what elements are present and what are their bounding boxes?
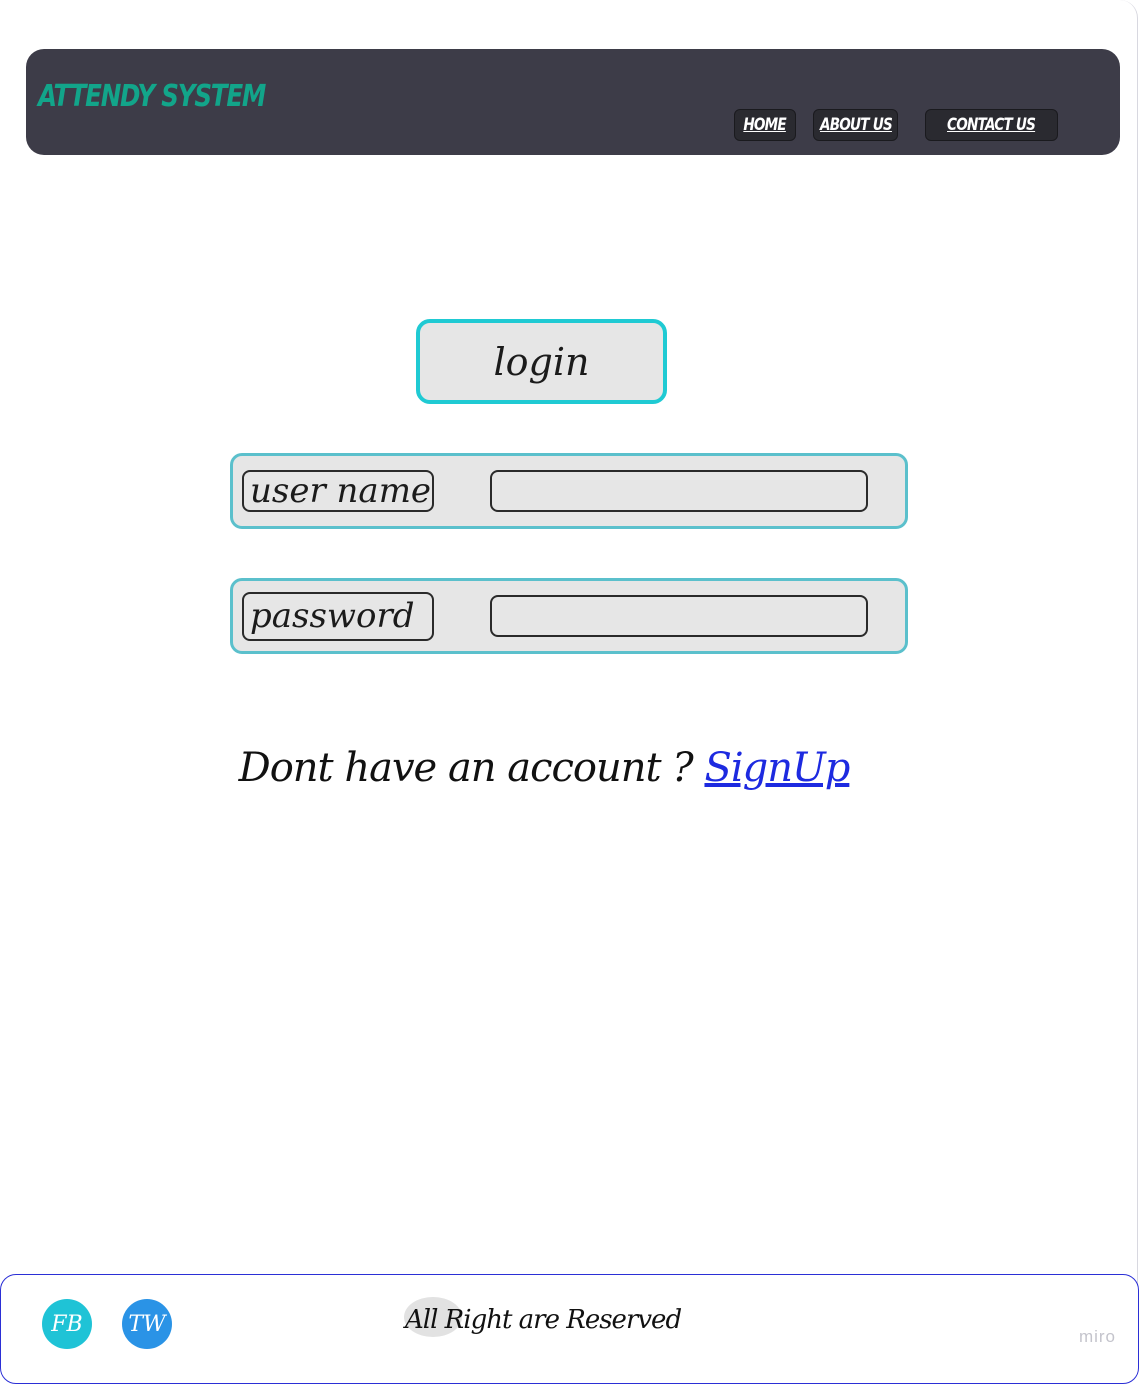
nav-about-button[interactable]: ABOUT US bbox=[813, 109, 898, 141]
password-label: password bbox=[242, 592, 434, 641]
nav-home-button[interactable]: HOME bbox=[734, 109, 796, 141]
signup-prompt-line: Dont have an account ? SignUp bbox=[0, 745, 1088, 791]
password-input[interactable] bbox=[490, 595, 868, 637]
twitter-icon[interactable]: TW bbox=[122, 1299, 172, 1349]
username-label: user name bbox=[242, 470, 434, 512]
page-frame bbox=[0, 0, 1138, 1368]
miro-watermark: miro bbox=[1078, 1327, 1116, 1346]
nav-contact-label: CONTACT US bbox=[947, 115, 1036, 135]
copyright-text: All Right are Reserved bbox=[405, 1305, 682, 1335]
signup-link[interactable]: SignUp bbox=[704, 745, 850, 791]
top-navbar: ATTENDY SYSTEM HOME ABOUT US CONTACT US bbox=[26, 49, 1120, 155]
facebook-icon[interactable]: FB bbox=[42, 1299, 92, 1349]
username-row: user name bbox=[230, 453, 908, 529]
nav-contact-button[interactable]: CONTACT US bbox=[925, 109, 1058, 141]
password-row: password bbox=[230, 578, 908, 654]
nav-about-label: ABOUT US bbox=[819, 115, 893, 135]
nav-home-label: HOME bbox=[743, 115, 787, 135]
username-input[interactable] bbox=[490, 470, 868, 512]
facebook-label: FB bbox=[51, 1311, 83, 1337]
signup-prompt-text: Dont have an account ? bbox=[238, 745, 705, 791]
footer: FB TW All Right are Reserved miro bbox=[0, 1274, 1139, 1384]
twitter-label: TW bbox=[128, 1311, 166, 1337]
login-title: login bbox=[416, 319, 667, 404]
brand-logo[interactable]: ATTENDY SYSTEM bbox=[38, 79, 266, 114]
